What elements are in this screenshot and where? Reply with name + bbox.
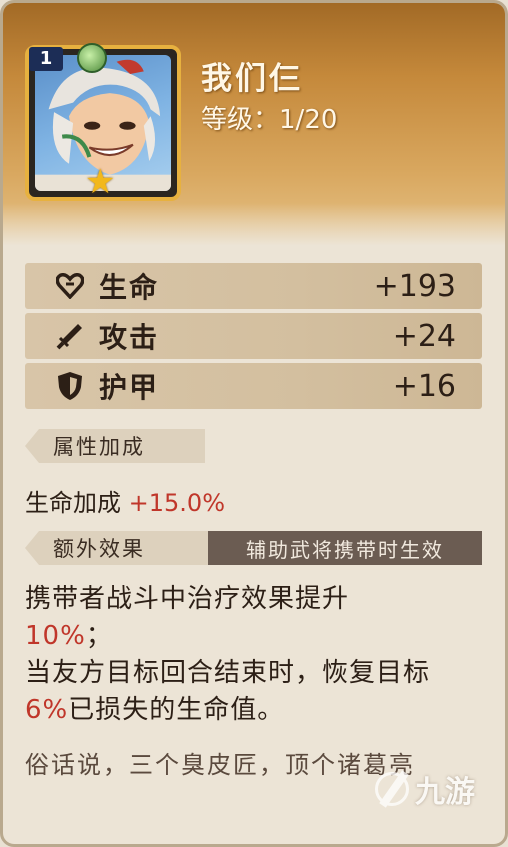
stat-label: 生命 (99, 271, 160, 304)
stat-value: +193 (373, 268, 456, 304)
level-label: 等级： (201, 105, 280, 135)
header-cloud-fade (3, 203, 505, 248)
shield-icon (55, 371, 85, 401)
desc-text: ； (85, 621, 113, 651)
attribute-section-title: 属性加成 (25, 429, 205, 463)
star-icon: ★ (85, 162, 116, 202)
stat-row-attack: 攻击 +24 (25, 313, 482, 359)
effect-condition-note: 辅助武将携带时生效 (208, 531, 482, 565)
hero-level-badge: 1 (29, 47, 63, 71)
watermark-text: 九游 (415, 775, 475, 810)
desc-value: 6% (25, 695, 69, 725)
stat-row-hp: 生命 +193 (25, 263, 482, 309)
item-detail-card: 1 ★ 我们仨 等级：1/20 生命 +193 攻击 +24 护甲 +16 属性… (0, 0, 508, 847)
watermark-logo-icon (375, 772, 409, 806)
effect-description: 携带者战斗中治疗效果提升 10%； 当友方目标回合结束时，恢复目标 6%已损失的… (25, 581, 485, 729)
sword-icon (55, 321, 85, 351)
hero-name: 我们仨 (201, 61, 303, 97)
desc-text: 已损失的生命值。 (68, 695, 285, 725)
stat-label: 护甲 (99, 371, 160, 404)
bonus-label: 生命加成 (25, 489, 121, 517)
extra-effect-section-title: 额外效果 (25, 531, 208, 565)
heart-icon (55, 271, 85, 301)
leaf-icon (77, 43, 107, 73)
stat-value: +16 (392, 368, 456, 404)
desc-value: 10% (25, 621, 86, 651)
hero-level-text: 等级：1/20 (201, 99, 337, 136)
level-value: 1/20 (279, 105, 338, 135)
stat-row-armor: 护甲 +16 (25, 363, 482, 409)
desc-text: 当友方目标回合结束时，恢复目标 (25, 658, 431, 688)
site-watermark: 九游 (375, 767, 475, 811)
stat-label: 攻击 (99, 321, 160, 354)
bonus-value: +15.0% (128, 489, 225, 517)
stat-value: +24 (392, 318, 456, 354)
hp-bonus-line: 生命加成 +15.0% (25, 483, 225, 518)
desc-text: 携带者战斗中治疗效果提升 (25, 584, 350, 614)
